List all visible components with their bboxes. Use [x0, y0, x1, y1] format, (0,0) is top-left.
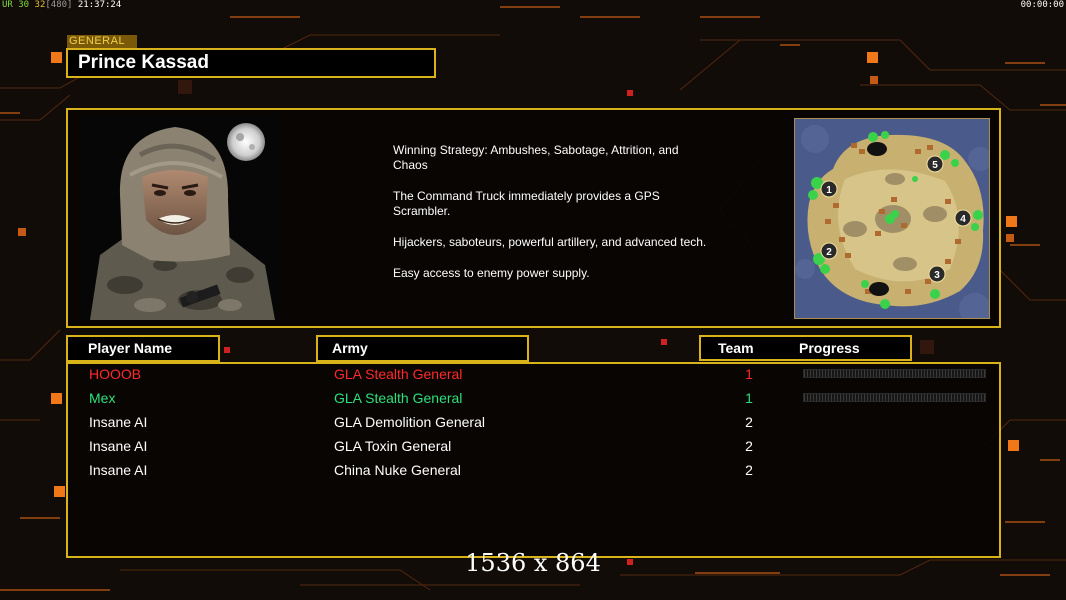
table-row: Mex GLA Stealth General 1: [68, 388, 1003, 408]
player-army: GLA Toxin General: [334, 438, 452, 454]
start-position-4: 4: [960, 214, 966, 225]
table-row: Insane AI GLA Demolition General 2: [68, 412, 1003, 432]
map-preview: 1 2 3 4 5: [794, 118, 990, 319]
game-timer: 00:00:00: [1020, 0, 1064, 10]
general-name: Prince Kassad: [66, 48, 436, 78]
player-army: GLA Stealth General: [334, 390, 463, 406]
player-team: 2: [745, 414, 753, 430]
player-table: HOOOB GLA Stealth General 1 Mex GLA Stea…: [66, 362, 1001, 558]
player-name: Mex: [89, 390, 116, 406]
start-position-1: 1: [826, 185, 832, 196]
player-name: Insane AI: [89, 462, 148, 478]
resolution-overlay: 1536 x 864: [465, 549, 601, 577]
player-army: GLA Stealth General: [334, 366, 463, 382]
fps-value-a: 30: [18, 0, 30, 10]
hud-stats: UR 30 32[480] 21:37:24: [2, 0, 121, 10]
general-tag: GENERAL: [67, 35, 137, 48]
strategy-line-2: The Command Truck immediately provides a…: [393, 189, 660, 218]
start-position-3: 3: [934, 270, 940, 281]
player-team: 2: [745, 438, 753, 454]
header-team: Team: [718, 340, 754, 356]
header-army: Army: [316, 335, 529, 362]
fps-value-b: 32: [34, 0, 46, 10]
table-row: Insane AI China Nuke General 2: [68, 460, 1003, 480]
progress-bar: [803, 393, 986, 402]
start-position-2: 2: [826, 247, 832, 258]
strategy-line-4: Easy access to enemy power supply.: [393, 266, 590, 280]
header-player-name: Player Name: [66, 335, 220, 362]
header-team-progress: Team Progress: [699, 335, 912, 361]
player-army: GLA Demolition General: [334, 414, 485, 430]
player-team: 1: [745, 366, 753, 382]
player-name: Insane AI: [89, 414, 148, 430]
bracket-value: [480]: [45, 0, 73, 10]
strategy-line-3: Hijackers, saboteurs, powerful artillery…: [393, 235, 707, 249]
player-team: 2: [745, 462, 753, 478]
table-row: HOOOB GLA Stealth General 1: [68, 364, 1003, 384]
strategy-line-1: Winning Strategy: Ambushes, Sabotage, At…: [393, 143, 679, 172]
clock: 21:37:24: [77, 0, 122, 10]
strategy-text: Winning Strategy: Ambushes, Sabotage, At…: [393, 143, 713, 297]
player-army: China Nuke General: [334, 462, 461, 478]
player-team: 1: [745, 390, 753, 406]
start-position-5: 5: [932, 160, 938, 171]
fps-label: UR: [2, 0, 13, 10]
progress-bar: [803, 369, 986, 378]
header-progress: Progress: [799, 340, 860, 356]
general-portrait: [80, 115, 280, 320]
table-row: Insane AI GLA Toxin General 2: [68, 436, 1003, 456]
player-name: Insane AI: [89, 438, 148, 454]
player-name: HOOOB: [89, 366, 142, 382]
